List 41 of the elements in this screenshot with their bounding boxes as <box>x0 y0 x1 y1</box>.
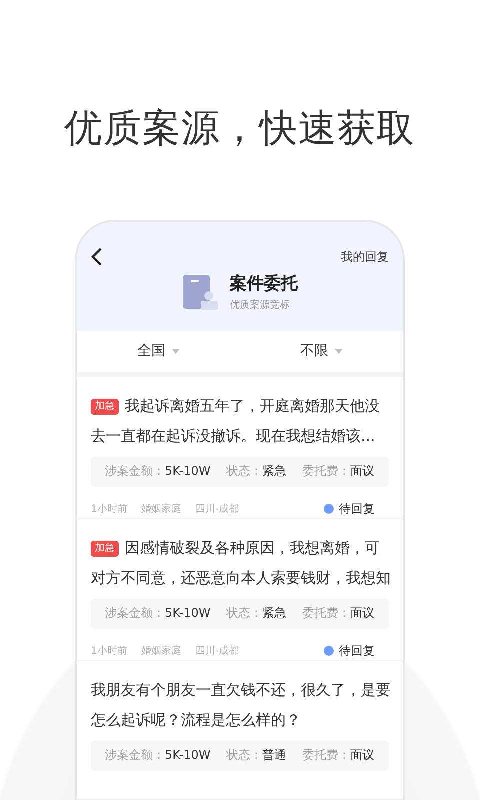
urgent-tag: 加急 <box>91 540 119 557</box>
info-value: 面议 <box>350 606 375 620</box>
info-value: 紧急 <box>262 606 287 620</box>
info-value: 5K-10W <box>165 748 211 762</box>
info-label: 委托费： <box>302 464 351 478</box>
page-subtitle: 优质案源竞标 <box>230 298 291 312</box>
info-value: 5K-10W <box>165 606 211 620</box>
case-title[interactable]: 我朋友有个朋友一直欠钱不还，很久了，是要怎么起诉呢？流程是怎么样的？ <box>91 674 393 735</box>
info-label: 涉案金额： <box>105 606 165 620</box>
info-value: 紧急 <box>262 464 287 478</box>
case-title[interactable]: 加急 因感情破裂及各种原因，我想离婚，可对方不同意，还恶意向本人索要钱财，我想知 <box>91 532 393 593</box>
caret-icon <box>334 348 342 354</box>
case-title[interactable]: 加急 我起诉离婚五年了，开庭离婚那天他没去一直都在起诉没撤诉。现在我想结婚该... <box>91 390 393 451</box>
info-value: 普通 <box>262 748 287 762</box>
my-replies-link[interactable]: 我的回复 <box>341 248 389 266</box>
status-dot <box>324 646 334 656</box>
info-label: 状态： <box>226 606 263 620</box>
info-value: 5K-10W <box>165 464 211 478</box>
info-label: 委托费： <box>302 748 351 762</box>
post-time: 1小时前 <box>91 502 128 516</box>
info-label: 状态： <box>226 464 263 478</box>
case-category: 婚姻家庭 <box>141 502 182 516</box>
case-location: 四川-成都 <box>195 644 239 658</box>
caret-icon <box>172 348 180 354</box>
info-value: 面议 <box>350 748 375 762</box>
case-category: 婚姻家庭 <box>141 644 182 658</box>
back-icon[interactable] <box>91 248 103 266</box>
case-location: 四川-成都 <box>195 502 239 516</box>
info-value: 面议 <box>350 464 375 478</box>
page-title: 案件委托 <box>230 273 298 295</box>
info-label: 涉案金额： <box>105 464 165 478</box>
headline: 优质案源，快速获取 <box>64 105 416 152</box>
info-label: 涉案金额： <box>105 748 165 762</box>
folder-person-icon <box>182 274 218 310</box>
info-label: 委托费： <box>302 606 351 620</box>
status-dot <box>324 504 334 514</box>
status-text: 待回复 <box>339 642 375 660</box>
status-text: 待回复 <box>339 500 375 518</box>
post-time: 1小时前 <box>91 644 128 658</box>
urgent-tag: 加急 <box>91 398 119 415</box>
info-label: 状态： <box>226 748 263 762</box>
